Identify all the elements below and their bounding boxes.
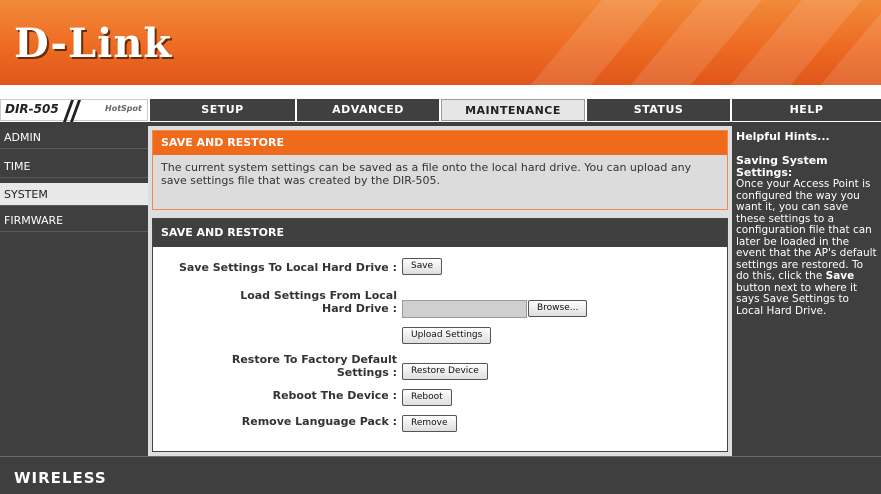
help-panel: Helpful Hints... Saving System Settings:… bbox=[732, 126, 881, 456]
restore-label: Restore To Factory Default Settings : bbox=[231, 353, 397, 379]
sidebar-item-admin[interactable]: ADMIN bbox=[0, 126, 148, 149]
divider bbox=[0, 85, 881, 95]
help-title: Helpful Hints... bbox=[736, 130, 830, 143]
help-body-text-2: button next to where it says Save Settin… bbox=[736, 281, 858, 317]
reboot-label: Reboot The Device : bbox=[272, 389, 397, 402]
dlink-logo: D-Link bbox=[14, 20, 173, 67]
sidebar-item-firmware[interactable]: FIRMWARE bbox=[0, 209, 148, 232]
reboot-button[interactable]: Reboot bbox=[402, 389, 452, 406]
language-pack-label: Remove Language Pack : bbox=[241, 415, 397, 428]
wireless-label: WIRELESS bbox=[14, 469, 107, 487]
intro-text: The current system settings can be saved… bbox=[161, 161, 692, 187]
intro-box: SAVE AND RESTORE The current system sett… bbox=[152, 130, 728, 210]
model-name: DIR-505 bbox=[5, 102, 59, 116]
hotspot-label: HotSpot bbox=[105, 104, 142, 113]
sidebar: ADMIN TIME SYSTEM FIRMWARE bbox=[0, 126, 148, 456]
tab-maintenance[interactable]: MAINTENANCE bbox=[441, 99, 585, 121]
remove-language-button[interactable]: Remove bbox=[402, 415, 457, 432]
bars-icon bbox=[62, 100, 83, 122]
load-label: Load Settings From Local Hard Drive : bbox=[240, 289, 397, 315]
footer: WIRELESS bbox=[0, 456, 881, 494]
help-subtitle: Saving System Settings: bbox=[736, 154, 828, 179]
tab-help[interactable]: HELP bbox=[732, 99, 881, 121]
tab-advanced[interactable]: ADVANCED bbox=[297, 99, 439, 121]
sidebar-item-time[interactable]: TIME bbox=[0, 155, 148, 178]
upload-settings-button[interactable]: Upload Settings bbox=[402, 327, 492, 344]
save-button[interactable]: Save bbox=[402, 258, 443, 275]
main-content: SAVE AND RESTORE The current system sett… bbox=[148, 126, 732, 456]
panel-title: SAVE AND RESTORE bbox=[153, 219, 727, 247]
tab-status[interactable]: STATUS bbox=[587, 99, 730, 121]
help-body: Once your Access Point is configured the… bbox=[736, 178, 877, 317]
file-path-input[interactable] bbox=[402, 300, 527, 318]
save-restore-panel: SAVE AND RESTORE Save Settings To Local … bbox=[152, 218, 728, 452]
restore-device-button[interactable]: Restore Device bbox=[402, 363, 488, 380]
help-body-bold: Save bbox=[825, 270, 855, 282]
top-nav: DIR-505 HotSpot SETUP ADVANCED MAINTENAN… bbox=[0, 95, 881, 122]
browse-button[interactable]: Browse... bbox=[528, 300, 588, 317]
tab-setup[interactable]: SETUP bbox=[150, 99, 295, 121]
sidebar-item-system[interactable]: SYSTEM bbox=[0, 183, 148, 206]
header-banner: D-Link bbox=[0, 0, 881, 85]
help-body-text: Once your Access Point is configured the… bbox=[736, 178, 877, 282]
intro-title: SAVE AND RESTORE bbox=[153, 131, 727, 155]
model-badge: DIR-505 HotSpot bbox=[0, 99, 148, 122]
save-label: Save Settings To Local Hard Drive : bbox=[178, 261, 397, 274]
